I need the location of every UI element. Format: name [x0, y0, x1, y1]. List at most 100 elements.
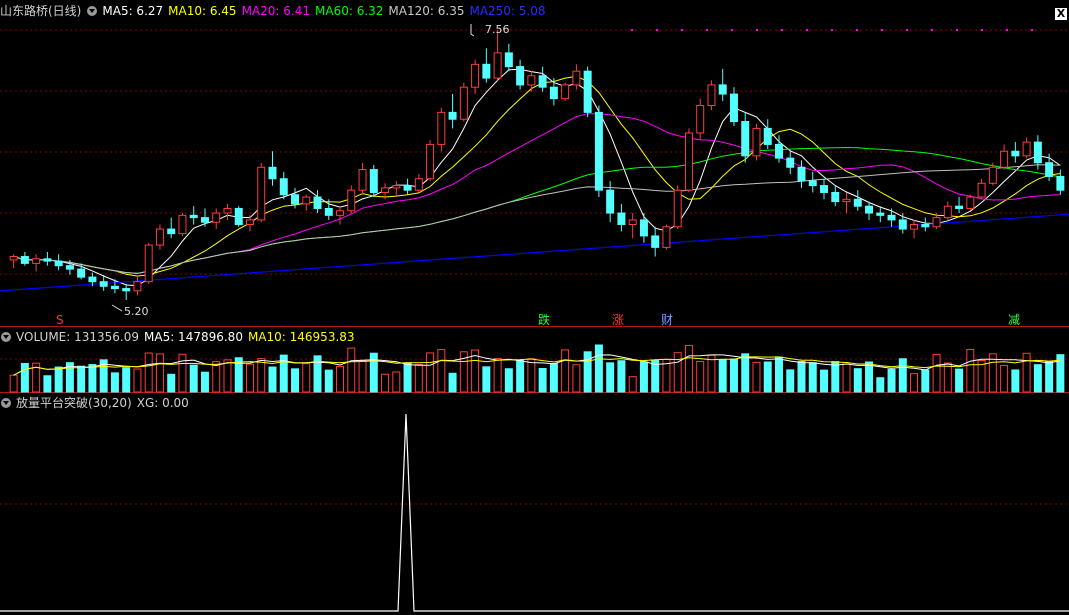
- volume-bar: [606, 362, 615, 393]
- volume-bar: [54, 366, 63, 393]
- candle-body: [538, 75, 547, 88]
- volume-bar: [775, 356, 783, 393]
- volume-bar: [110, 372, 119, 393]
- volume-bar: [797, 361, 806, 393]
- volume-bar: [752, 361, 761, 393]
- candle-body: [684, 132, 693, 191]
- candle-body: [32, 258, 41, 264]
- marker-dot: [931, 29, 933, 31]
- candle-body: [448, 111, 457, 120]
- candle-body: [302, 196, 311, 205]
- candle-body: [718, 84, 727, 95]
- candle-body: [122, 288, 131, 292]
- candle-body: [606, 189, 615, 214]
- volume-bar: [921, 369, 930, 393]
- candle-body: [77, 268, 86, 278]
- volume-bar: [955, 368, 964, 393]
- volume-bar: [853, 368, 862, 393]
- volume-bar: [572, 364, 581, 393]
- volume-bar: [448, 372, 457, 393]
- candle-body: [628, 219, 637, 225]
- high-price-label: 7.56: [485, 23, 510, 36]
- volume-bar: [268, 366, 277, 393]
- chart-canvas[interactable]: [0, 0, 1069, 615]
- volume-bar: [189, 364, 198, 393]
- candle-body: [167, 228, 176, 235]
- candle-body: [977, 182, 986, 198]
- candle-body: [1033, 141, 1042, 164]
- candle-body: [268, 166, 277, 180]
- volume-bar: [302, 363, 311, 393]
- candle-body: [493, 52, 502, 79]
- candle-body: [200, 217, 209, 223]
- volume-bar: [403, 362, 412, 393]
- signal-die: 跌: [538, 313, 551, 327]
- volume-bar: [684, 344, 693, 393]
- volume-bar: [336, 365, 345, 393]
- volume-bar: [358, 360, 367, 393]
- volume-bar: [133, 368, 142, 393]
- candle-body: [921, 223, 930, 228]
- candle-body: [291, 194, 299, 205]
- candle-body: [752, 127, 761, 157]
- marker-dot: [1031, 29, 1033, 31]
- candle-body: [966, 196, 975, 209]
- volume-bar: [43, 375, 52, 393]
- candle-body: [426, 143, 435, 180]
- candle-body: [1056, 175, 1065, 191]
- candle-body: [932, 217, 941, 228]
- volume-bar: [763, 361, 772, 393]
- volume-bar: [876, 377, 885, 393]
- volume-bar: [943, 362, 952, 393]
- volume-bar: [932, 353, 941, 393]
- volume-bar: [729, 358, 738, 393]
- marker-dot: [731, 29, 733, 31]
- candle-body: [414, 178, 423, 191]
- candle-body: [865, 205, 874, 214]
- candle-body: [808, 180, 817, 187]
- candle-body: [662, 226, 671, 248]
- candle-body: [336, 210, 345, 216]
- marker-dot: [756, 29, 758, 31]
- candle-body: [651, 235, 660, 248]
- candle-body: [696, 105, 705, 134]
- candle-body: [639, 219, 648, 237]
- candle-body: [1000, 150, 1009, 168]
- candle-body: [1022, 141, 1031, 157]
- candle-body: [144, 244, 153, 283]
- ma60-line: [13, 146, 1061, 274]
- candle-body: [673, 189, 682, 228]
- candle-body: [741, 121, 750, 157]
- candle-body: [313, 196, 322, 209]
- signal-cai: 财: [661, 313, 674, 327]
- candle-body: [527, 75, 536, 86]
- volume-bar: [212, 361, 221, 393]
- volume-bar: [122, 367, 131, 393]
- candle-body: [65, 265, 74, 270]
- volume-bar: [887, 368, 896, 393]
- volume-bar: [1045, 361, 1054, 393]
- candle-body: [955, 205, 964, 209]
- candle-body: [820, 185, 828, 193]
- volume-bar: [1000, 364, 1009, 393]
- candle-body: [1045, 162, 1054, 177]
- candle-body: [561, 84, 570, 100]
- volume-bar: [392, 371, 401, 393]
- marker-dot: [781, 29, 783, 31]
- candle-body: [54, 260, 63, 267]
- volume-bar: [257, 358, 266, 393]
- volume-bar: [617, 360, 626, 393]
- volume-bar: [718, 359, 727, 393]
- candle-body: [178, 214, 187, 235]
- candle-body: [594, 111, 603, 191]
- volume-bar: [369, 352, 378, 393]
- volume-bar: [561, 349, 570, 393]
- low-price-label: 5.20: [124, 305, 149, 318]
- candle-body: [504, 52, 513, 68]
- candle-body: [459, 86, 468, 120]
- volume-bar: [820, 369, 828, 393]
- volume-bar: [865, 361, 874, 393]
- marker-dot: [656, 29, 658, 31]
- volume-bar: [831, 361, 840, 393]
- candle-body: [403, 185, 412, 191]
